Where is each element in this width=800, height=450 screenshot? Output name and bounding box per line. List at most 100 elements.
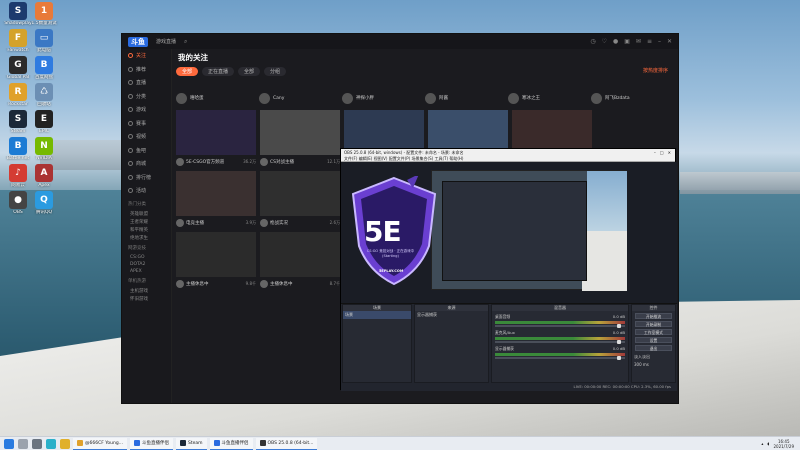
sidebar-category-link[interactable]: 王者荣耀 [122, 218, 171, 226]
stream-card[interactable]: 5E·CSGO官方频道 36.2万 [176, 110, 256, 167]
taskbar-app-button[interactable]: 斗鱼直播伴侣 [209, 437, 253, 450]
gift-icon[interactable]: ▣ [624, 38, 630, 45]
sidebar-item[interactable]: 赛事 [122, 117, 171, 131]
obs-preview[interactable]: 5E CS:GO 竞技对战 · 正在游戏中 (Starting) 5EPLAY.… [341, 162, 677, 303]
followed-streamer[interactable]: Cany [259, 90, 342, 106]
history-icon[interactable]: ◷ [590, 38, 595, 45]
obs-control-button[interactable]: 退出 [635, 345, 672, 351]
start-icon[interactable] [4, 438, 14, 449]
tray-network-icon[interactable]: ▴ [761, 441, 763, 446]
taskbar-app-button[interactable]: OBS 25.0.8 (64-bit... [255, 437, 318, 450]
stream-card[interactable]: 枪战实况 2.6万 [260, 171, 340, 228]
stream-thumbnail[interactable] [260, 110, 340, 155]
stream-card[interactable]: 电竞主播 3.9万 [176, 171, 256, 228]
stream-meta: 5E·CSGO官方频道 36.2万 [176, 157, 256, 167]
stream-title: CS对战主播 [270, 160, 294, 165]
sidebar-category-link[interactable]: 英雄联盟 [122, 210, 171, 218]
taskbar-app-button[interactable]: Steam [176, 437, 207, 450]
app-icon: ▭ [35, 29, 53, 47]
obs-control-button[interactable]: 工作室模式 [635, 329, 672, 335]
sidebar-item[interactable]: 推荐 [122, 63, 171, 77]
mixer-channel-name: 麦克风/Aux [495, 330, 515, 335]
sidebar-category-link[interactable]: 主机游戏 [122, 287, 171, 295]
task-view-icon[interactable] [32, 438, 42, 449]
app-icon: B [9, 137, 27, 155]
volume-slider[interactable] [495, 324, 625, 328]
avatar [176, 219, 184, 227]
stream-thumbnail[interactable] [176, 110, 256, 155]
obs-maximize-icon[interactable]: □ [660, 149, 664, 156]
stream-card[interactable]: CS对战主播 12.1万 [260, 110, 340, 167]
avatar[interactable]: ● [613, 38, 618, 45]
sidebar-category-link[interactable]: 和平精英 [122, 226, 171, 234]
obs-control-button[interactable]: 开始推流 [635, 313, 672, 319]
followed-streamer[interactable]: 寒冰之王 [508, 90, 591, 106]
sidebar-item[interactable]: 排行榜 [122, 171, 171, 185]
stream-thumbnail[interactable] [176, 171, 256, 216]
edge-icon[interactable] [46, 438, 56, 449]
followed-streamer[interactable]: 神探小胖 [342, 90, 425, 106]
stream-card[interactable]: 主播休息中 8.7千 [260, 232, 340, 289]
view-count: 9.8千 [245, 281, 256, 286]
mixer-channel: 显示器捕获 0.0 dB [495, 346, 625, 360]
stream-card[interactable]: 主播休息中 9.8千 [176, 232, 256, 289]
filter-chip[interactable]: 全部 [238, 67, 261, 76]
volume-slider[interactable] [495, 340, 625, 344]
taskbar-app-button[interactable]: @666CF Young... [73, 437, 128, 450]
transition-duration[interactable]: 300 ms [632, 361, 675, 368]
followed-streamer[interactable]: 阿飞Bzdata [591, 90, 674, 106]
volume-slider-knob[interactable] [617, 340, 621, 344]
app-logo[interactable]: 斗鱼 [128, 36, 148, 47]
sidebar-item[interactable]: 活动 [122, 184, 171, 198]
filter-chips: 全部 正在直播 全部 分组 [176, 67, 674, 76]
source-item[interactable]: 显示器捕获 [415, 311, 488, 319]
minimize-icon[interactable]: – [658, 38, 661, 45]
followed-streamer[interactable]: 嘻哈蛋 [176, 90, 259, 106]
sidebar-category-link[interactable]: CS:GO [122, 254, 171, 261]
obs-minimize-icon[interactable]: – [654, 149, 656, 156]
obs-control-button[interactable]: 设置 [635, 337, 672, 343]
sidebar-item[interactable]: 分类 [122, 90, 171, 104]
message-icon[interactable]: ✉ [636, 38, 641, 45]
filter-chip[interactable]: 分组 [264, 67, 287, 76]
tray-volume-icon[interactable]: ◖ [767, 441, 769, 446]
sort-button[interactable]: 按热度排序 [643, 67, 668, 74]
explorer-icon[interactable] [60, 438, 70, 449]
volume-slider-knob[interactable] [617, 324, 621, 328]
desktop-icon[interactable]: Q 腾讯QQ [28, 191, 60, 225]
stream-thumbnail[interactable] [176, 232, 256, 277]
sidebar-item[interactable]: 游戏 [122, 103, 171, 117]
taskbar-app-button[interactable]: 斗鱼直播伴侣 [130, 437, 174, 450]
menu-icon[interactable]: ≡ [647, 38, 652, 45]
volume-slider[interactable] [495, 356, 625, 360]
followed-streamer[interactable]: 阿酱 [425, 90, 508, 106]
volume-slider-knob[interactable] [617, 356, 621, 360]
filter-chip[interactable]: 全部 [176, 67, 199, 76]
close-icon[interactable]: ✕ [667, 38, 672, 45]
follow-icon[interactable]: ♡ [602, 38, 607, 45]
sidebar-category-link[interactable]: APEX [122, 268, 171, 275]
taskbar-app-label: 斗鱼直播伴侣 [221, 441, 249, 446]
search-icon[interactable]: ⌕ [184, 38, 187, 46]
stream-thumbnail[interactable] [260, 232, 340, 277]
sidebar-item[interactable]: 商城 [122, 157, 171, 171]
sidebar-category-link[interactable]: 怀旧游戏 [122, 295, 171, 303]
top-nav-link[interactable]: 游戏直播 [156, 38, 176, 45]
search-icon[interactable] [18, 438, 28, 449]
sidebar-item[interactable]: 鱼吧 [122, 144, 171, 158]
sidebar-item[interactable]: 关注 [122, 49, 171, 63]
scene-item[interactable]: 场景 [343, 311, 411, 319]
mixer-channel-name: 显示器捕获 [495, 346, 514, 351]
sidebar-item[interactable]: 直播 [122, 76, 171, 90]
sidebar-item[interactable]: 视频 [122, 130, 171, 144]
obs-control-button[interactable]: 开始录制 [635, 321, 672, 327]
transition-select[interactable]: 淡入淡出 [632, 353, 675, 361]
sidebar-category-link[interactable]: 绝地求生 [122, 234, 171, 242]
clock[interactable]: 16:45 2021/7/29 [773, 439, 794, 449]
stream-thumbnail[interactable] [260, 171, 340, 216]
filter-chip[interactable]: 正在直播 [202, 67, 235, 76]
obs-close-icon[interactable]: ✕ [668, 149, 671, 156]
stream-meta: 主播休息中 9.8千 [176, 279, 256, 289]
sidebar-category-link[interactable]: DOTA2 [122, 261, 171, 268]
volume-meter [495, 337, 625, 340]
